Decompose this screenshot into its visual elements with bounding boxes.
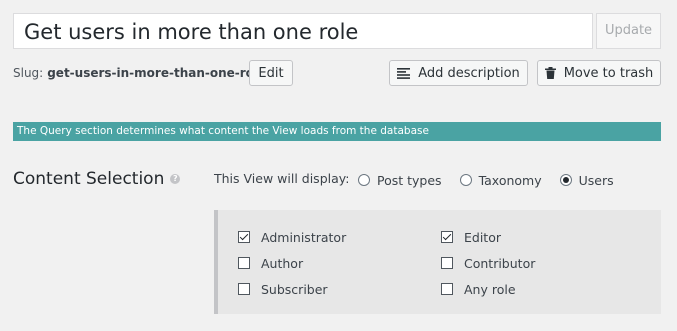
checkbox[interactable] [238, 231, 250, 243]
user-roles-panel: Administrator Editor Author Contributor … [214, 210, 661, 314]
role-any-role[interactable]: Any role [441, 279, 516, 299]
radio-users[interactable]: Users [559, 170, 614, 190]
role-label: Administrator [261, 229, 347, 245]
slug-row: Slug: get-users-in-more-than-one-role [13, 60, 266, 86]
role-administrator[interactable]: Administrator [238, 227, 346, 247]
radio-label: Users [578, 172, 614, 188]
checkbox[interactable] [441, 283, 453, 295]
edit-slug-button[interactable]: Edit [249, 60, 293, 86]
role-subscriber[interactable]: Subscriber [238, 279, 328, 299]
content-selection-label: Content Selection [13, 169, 165, 189]
checkbox[interactable] [238, 257, 250, 269]
edit-slug-label: Edit [258, 65, 284, 81]
checkbox[interactable] [238, 283, 250, 295]
help-icon[interactable]: ? [170, 174, 181, 184]
query-info-bar: The Query section determines what conten… [13, 122, 661, 141]
display-label: This View will display: [214, 171, 350, 186]
radio-taxonomy[interactable]: Taxonomy [459, 170, 542, 190]
role-label: Author [261, 255, 304, 271]
role-author[interactable]: Author [238, 253, 303, 273]
radio-label: Taxonomy [478, 172, 542, 188]
add-description-button[interactable]: Add description [389, 60, 528, 86]
radio-button[interactable] [559, 174, 572, 186]
update-button[interactable]: Update [596, 13, 661, 49]
content-selection-title: Content Selection ? [13, 169, 181, 189]
add-description-label: Add description [418, 65, 520, 81]
radio-post-types[interactable]: Post types [358, 170, 442, 190]
radio-label: Post types [377, 172, 442, 188]
display-type-radio-group: Post types Taxonomy Users [358, 170, 632, 190]
slug-value: get-users-in-more-than-one-role [47, 66, 267, 80]
trash-icon [544, 67, 556, 79]
role-label: Editor [464, 229, 501, 245]
role-editor[interactable]: Editor [441, 227, 501, 247]
lines-icon [397, 67, 411, 79]
role-label: Any role [464, 281, 516, 297]
radio-button[interactable] [358, 174, 370, 186]
radio-button[interactable] [459, 174, 472, 186]
move-to-trash-label: Move to trash [563, 65, 654, 81]
slug-label: Slug: [13, 66, 44, 80]
checkbox[interactable] [441, 231, 453, 243]
view-title-input[interactable]: Get users in more than one role [13, 13, 593, 49]
role-contributor[interactable]: Contributor [441, 253, 535, 273]
role-label: Contributor [464, 255, 536, 271]
move-to-trash-button[interactable]: Move to trash [537, 60, 661, 86]
checkbox[interactable] [441, 257, 453, 269]
role-label: Subscriber [261, 281, 328, 297]
